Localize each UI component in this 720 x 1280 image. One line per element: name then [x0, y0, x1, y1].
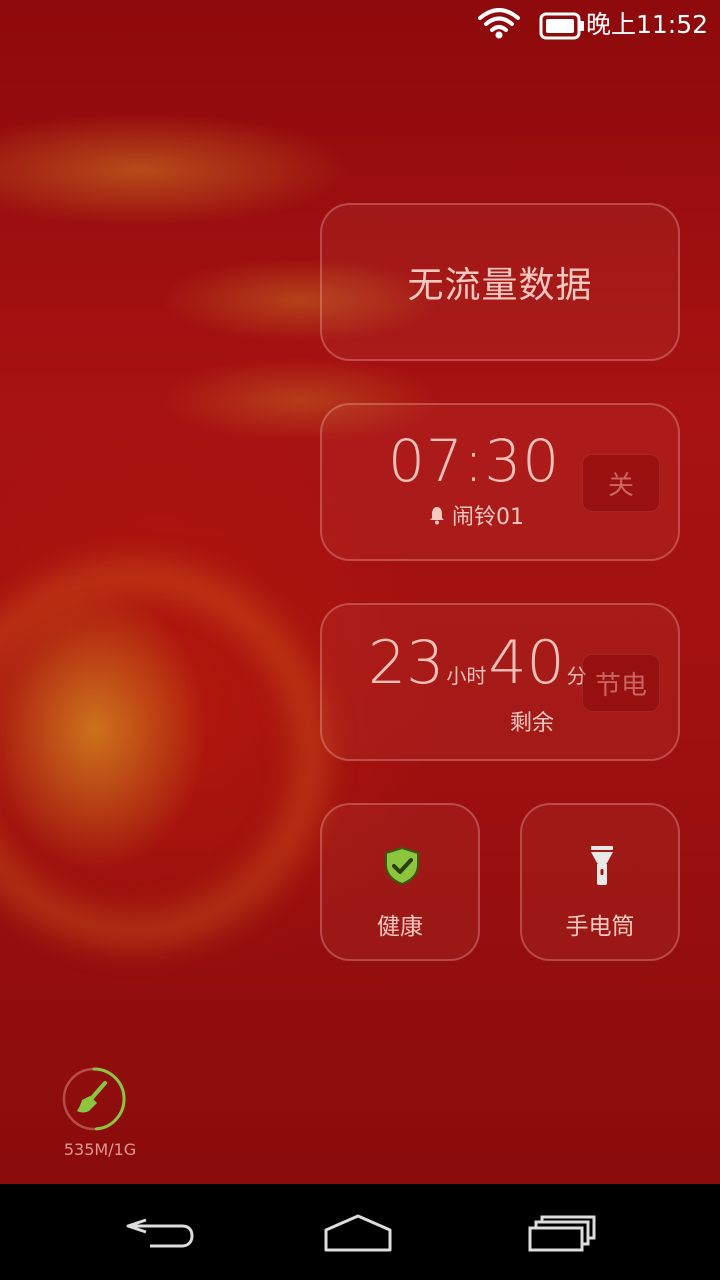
flashlight-icon — [591, 846, 613, 885]
status-time: 晚上11:52 — [585, 10, 708, 39]
data-usage-card[interactable]: 无流量数据 — [320, 203, 680, 361]
flashlight-label: 手电筒 — [565, 914, 635, 940]
battery-hours: 23 — [368, 628, 445, 698]
battery-remaining-time: 23 小时 40 分 — [368, 627, 589, 699]
alarm-name-row: 闹铃01 — [428, 499, 524, 531]
health-tile[interactable]: 健康 — [320, 803, 480, 961]
recent-apps-icon[interactable] — [520, 1204, 600, 1260]
broom-icon — [77, 1081, 107, 1113]
alarm-name-label: 闹铃01 — [452, 505, 524, 530]
battery-icon — [539, 12, 584, 40]
battery-hours-unit: 小时 — [446, 664, 487, 688]
shield-check-icon — [385, 846, 419, 886]
background-decoration — [0, 560, 328, 948]
battery-minutes: 40 — [488, 628, 565, 698]
power-save-button[interactable]: 节电 — [582, 654, 660, 712]
alarm-toggle-button[interactable]: 关 — [582, 454, 660, 512]
battery-remaining-label: 剩余 — [510, 711, 555, 736]
home-icon[interactable] — [318, 1204, 398, 1260]
flashlight-tile[interactable]: 手电筒 — [520, 803, 680, 961]
navigation-bar — [0, 1184, 720, 1280]
battery-time-card: 23 小时 40 分 剩余 节电 — [320, 603, 680, 761]
status-bar: 晚上11:52 — [0, 0, 720, 50]
alarm-card[interactable]: 07:30 闹铃01 关 — [320, 403, 680, 561]
bell-icon — [430, 507, 444, 525]
back-icon[interactable] — [120, 1204, 200, 1260]
alarm-time: 07:30 — [388, 427, 561, 495]
health-label: 健康 — [377, 914, 423, 940]
lock-screen: 晚上11:52 无流量数据 07:30 闹铃01 关 23 小时 40 分 剩余… — [0, 0, 720, 1184]
wifi-icon — [478, 8, 520, 39]
memory-usage-label: 535M/1G — [63, 1140, 137, 1159]
data-usage-label: 无流量数据 — [407, 265, 593, 306]
memory-cleaner-button[interactable] — [61, 1066, 127, 1132]
